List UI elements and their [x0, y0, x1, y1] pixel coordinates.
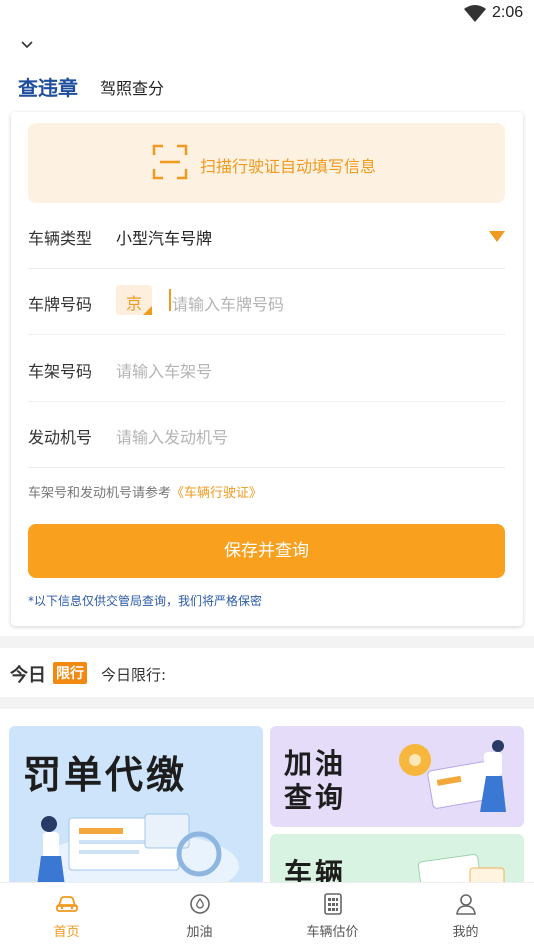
driving-license-link[interactable]: 《车辆行驶证》 — [171, 486, 262, 501]
frame-number-input[interactable]: 请输入车架号 — [116, 358, 212, 382]
engine-number-row: 发动机号 请输入发动机号 — [28, 402, 505, 468]
plate-number-input[interactable]: 请输入车牌号码 — [172, 291, 284, 315]
province-value: 京 — [126, 294, 143, 313]
vehicle-type-row[interactable]: 车辆类型 小型汽车号牌 — [28, 203, 505, 269]
dropdown-triangle-icon[interactable] — [489, 231, 505, 242]
frame-number-row: 车架号码 请输入车架号 — [28, 336, 505, 402]
fuel-drop-icon — [190, 894, 210, 914]
fine-payment-banner[interactable]: 罚单代缴 — [9, 726, 263, 886]
nav-label-mine: 我的 — [452, 925, 479, 940]
today-title: 今日 — [10, 665, 46, 686]
nav-label-fuel: 加油 — [186, 925, 213, 940]
reference-hint: 车架号和发动机号请参考《车辆行驶证》 — [28, 482, 262, 501]
bottom-navigation: 首页 加油 车辆估价 我的 — [0, 882, 534, 949]
privacy-note: *以下信息仅供交管局查询，我们将严格保密 — [28, 594, 263, 608]
nav-label-home: 首页 — [53, 925, 80, 940]
fine-payment-illustration — [37, 813, 239, 886]
engine-number-label: 发动机号 — [28, 428, 93, 447]
tab-violation-query[interactable]: 查违章 — [18, 72, 78, 101]
vehicle-type-label: 车辆类型 — [28, 229, 93, 248]
tab-license-points[interactable]: 驾照查分 — [100, 75, 164, 99]
fuel-query-banner[interactable]: 加油 查询 — [270, 726, 524, 827]
violation-query-card: 扫描行驶证自动填写信息 车辆类型 小型汽车号牌 车牌号码 京 请输入车牌号码 车… — [11, 112, 523, 626]
wifi-icon — [464, 5, 486, 22]
scan-icon — [152, 144, 188, 180]
nav-item-mine[interactable]: 我的 — [399, 883, 532, 949]
province-selector[interactable]: 京 — [116, 285, 152, 315]
user-icon — [456, 894, 476, 915]
today-restriction-text: 今日限行: — [101, 666, 167, 684]
nav-label-valuation: 车辆估价 — [306, 925, 359, 940]
plate-number-row: 车牌号码 京 请输入车牌号码 — [28, 269, 505, 335]
section-divider — [0, 636, 534, 648]
text-caret — [169, 289, 171, 311]
plate-number-label: 车牌号码 — [28, 295, 93, 314]
vehicle-type-value: 小型汽车号牌 — [116, 229, 213, 248]
scan-license-button[interactable]: 扫描行驶证自动填写信息 — [28, 123, 505, 203]
fuel-query-illustration — [399, 740, 506, 812]
nav-item-home[interactable]: 首页 — [0, 883, 133, 949]
province-corner-marker — [143, 306, 152, 315]
status-time: 2:06 — [492, 4, 524, 21]
engine-number-input[interactable]: 请输入发动机号 — [116, 424, 228, 448]
section-divider — [0, 697, 534, 709]
nav-item-fuel[interactable]: 加油 — [133, 883, 266, 949]
chevron-down-icon[interactable] — [18, 35, 36, 53]
calculator-icon — [324, 893, 342, 915]
nav-item-valuation[interactable]: 车辆估价 — [266, 883, 399, 949]
scan-label: 扫描行驶证自动填写信息 — [200, 157, 377, 176]
save-and-query-button[interactable]: 保存并查询 — [28, 524, 505, 578]
car-icon — [56, 896, 78, 912]
restriction-badge: 限行 — [53, 662, 87, 684]
status-bar: 2:06 — [0, 0, 534, 30]
frame-number-label: 车架号码 — [28, 362, 93, 381]
hint-text: 车架号和发动机号请参考 — [28, 486, 172, 501]
